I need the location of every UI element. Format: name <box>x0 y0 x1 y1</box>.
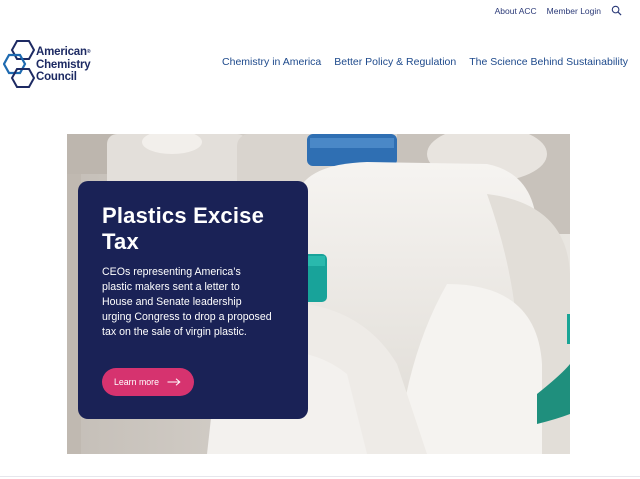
nav-chemistry-in-america[interactable]: Chemistry in America <box>222 56 321 68</box>
hero-card: Plastics Excise Tax CEOs representing Am… <box>78 181 308 419</box>
logo-wordmark: American® Chemistry Council <box>36 46 91 84</box>
search-icon[interactable] <box>611 5 622 16</box>
logo-line-3: Council <box>36 71 77 84</box>
hero-body: CEOs representing America’s plastic make… <box>102 266 272 338</box>
acc-logo[interactable]: American® Chemistry Council <box>3 38 91 92</box>
logo-line-2: Chemistry <box>36 58 91 71</box>
member-login-link[interactable]: Member Login <box>547 6 601 16</box>
main-nav: Chemistry in America Better Policy & Reg… <box>222 56 628 68</box>
hexagon-logo-icon <box>3 40 35 88</box>
nav-better-policy[interactable]: Better Policy & Regulation <box>334 56 456 68</box>
arrow-right-icon <box>167 378 181 386</box>
utility-nav: About ACC Member Login <box>495 5 622 16</box>
about-acc-link[interactable]: About ACC <box>495 6 537 16</box>
learn-more-button[interactable]: Learn more <box>102 368 194 396</box>
learn-more-label: Learn more <box>114 377 159 387</box>
registered-mark: ® <box>86 49 91 56</box>
logo-line-1: American <box>36 46 87 59</box>
hero-title: Plastics Excise Tax <box>102 203 265 254</box>
nav-science-sustainability[interactable]: The Science Behind Sustainability <box>469 56 628 68</box>
